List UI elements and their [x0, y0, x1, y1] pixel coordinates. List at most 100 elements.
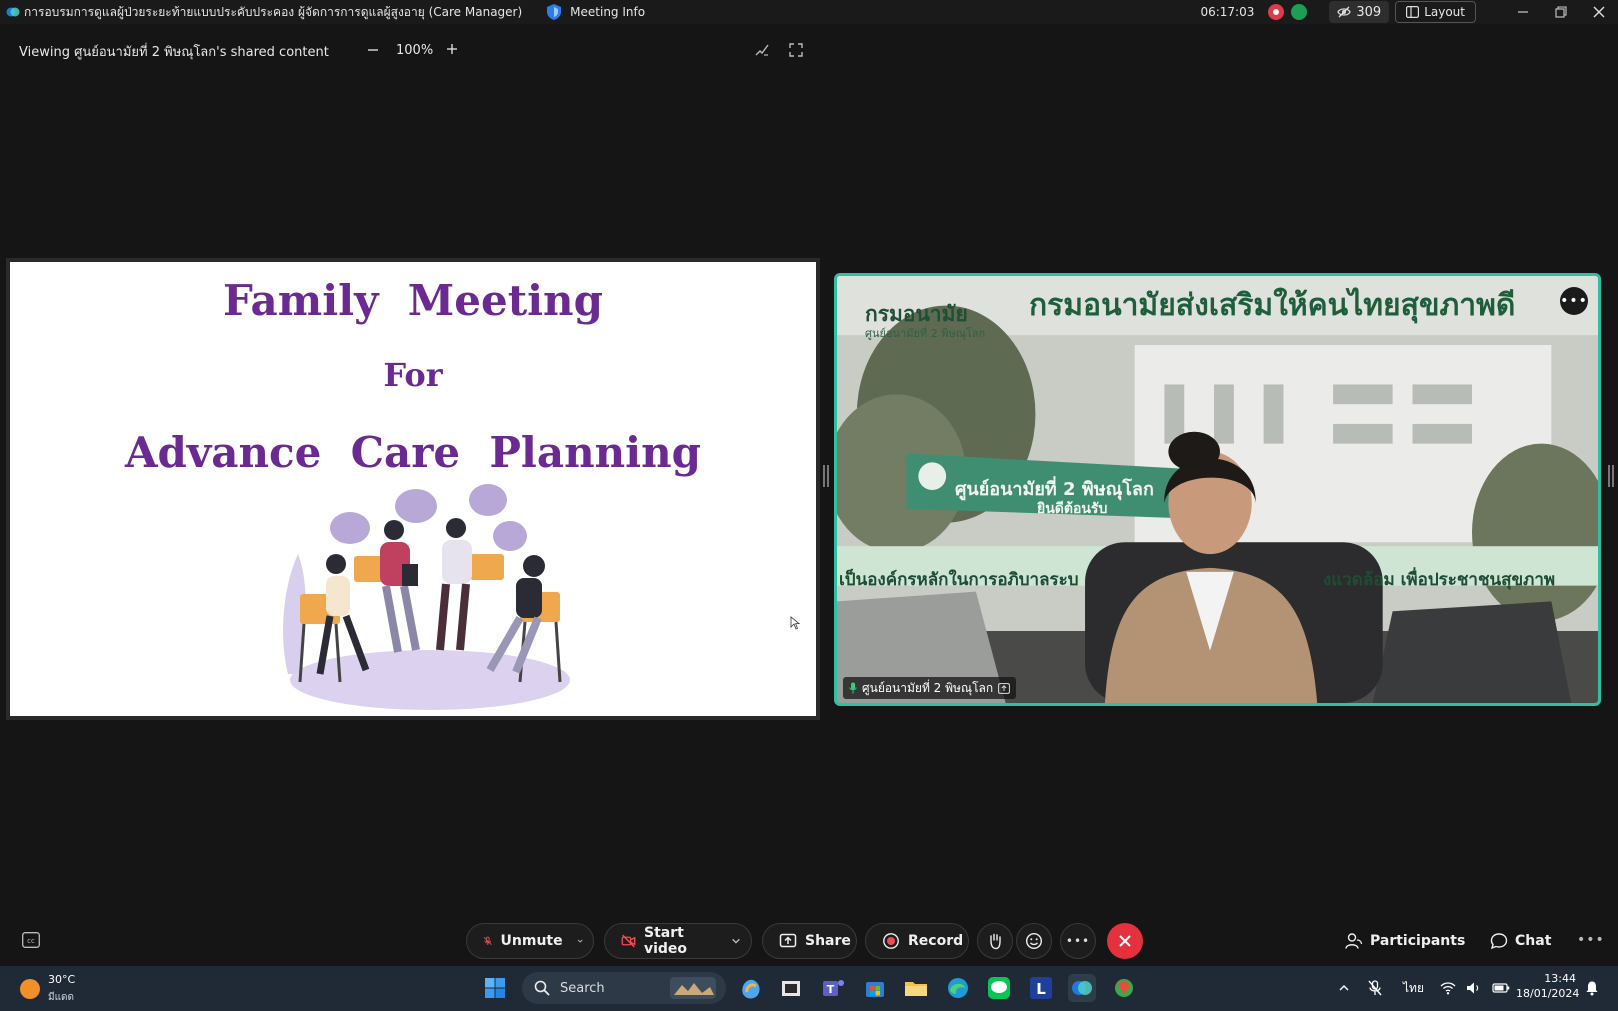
fullscreen-icon[interactable]: [788, 42, 804, 58]
weather-temperature: 30°C: [48, 973, 76, 986]
weather-condition: มีแดด: [48, 992, 75, 1003]
more-options-icon[interactable]: •••: [1577, 932, 1605, 948]
participants-icon: [1345, 933, 1363, 949]
right-splitter-handle[interactable]: [1608, 465, 1614, 487]
edge-browser-app-icon[interactable]: [944, 974, 972, 1002]
windows-taskbar: 30°C มีแดด Search T L ไทย 13:44 18/01/20…: [0, 966, 1618, 1011]
chevron-up-icon: [1339, 985, 1349, 991]
participant-video-tile[interactable]: กรมอนามัย ศูนย์อนามัยที่ 2 พิษณุโลก กรมอ…: [834, 273, 1601, 706]
show-hidden-icons-button[interactable]: [1338, 978, 1350, 998]
participant-name-tag: ศูนย์อนามัยที่ 2 พิษณุโลก: [843, 677, 1017, 699]
elapsed-time: 06:17:03: [1200, 5, 1255, 19]
shared-content-bar: Viewing ศูนย์อนามัยที่ 2 พิษณุโลก's shar…: [0, 34, 820, 68]
close-window-button[interactable]: [1580, 0, 1618, 24]
unmute-button[interactable]: Unmute: [466, 923, 594, 959]
search-label: Search: [560, 980, 605, 996]
participants-button[interactable]: Participants: [1345, 929, 1465, 953]
family-meeting-illustration: [283, 484, 570, 710]
annotate-icon[interactable]: [754, 42, 770, 58]
left-splitter-handle[interactable]: [823, 465, 829, 487]
participant-count-badge[interactable]: 309: [1329, 1, 1390, 23]
zoom-in-button[interactable]: [442, 39, 462, 59]
taskbar-clock[interactable]: 13:44 18/01/2024: [1516, 971, 1579, 1001]
raise-hand-icon: [990, 933, 1001, 950]
search-highlight-icon: [670, 977, 716, 999]
slide-title-line-3: Advance Care Planning: [124, 428, 702, 477]
teams-app-icon[interactable]: T: [819, 974, 847, 1002]
more-dots-icon: •••: [1065, 934, 1091, 948]
title-bar: การอบรมการดูแลผู้ป่วยระยะท้ายแบบประคับปร…: [0, 0, 1618, 24]
webex-logo-icon: [6, 7, 20, 17]
tray-status-group[interactable]: [1440, 978, 1510, 998]
more-dots-icon: •••: [1560, 293, 1588, 309]
share-button[interactable]: Share: [762, 923, 857, 959]
battery-icon: [1492, 983, 1510, 993]
zoom-level: 100%: [396, 43, 434, 58]
chat-button[interactable]: Chat: [1490, 929, 1551, 953]
store-app-icon[interactable]: [861, 974, 889, 1002]
chevron-down-icon[interactable]: [731, 935, 741, 947]
globe-app-icon[interactable]: [1110, 974, 1138, 1002]
share-indicator-icon: [998, 682, 1011, 694]
file-manager-app-icon[interactable]: [777, 974, 805, 1002]
layout-label: Layout: [1424, 5, 1465, 19]
smiley-icon: [1025, 932, 1043, 950]
microphone-muted-icon: [483, 936, 492, 946]
record-icon: [883, 933, 899, 949]
participant-count: 309: [1356, 4, 1382, 20]
zoom-out-button[interactable]: [363, 40, 383, 60]
svg-text:L: L: [1036, 980, 1046, 998]
reactions-button[interactable]: [1016, 923, 1052, 959]
sun-icon[interactable]: [20, 979, 40, 999]
video-sign-welcome-text: ยินดีต้อนรับ: [1037, 501, 1108, 517]
leave-meeting-button[interactable]: [1107, 923, 1143, 959]
svg-text:T: T: [827, 983, 835, 996]
minimize-icon: [1518, 11, 1528, 13]
share-screen-icon: [779, 933, 797, 948]
meeting-info-button[interactable]: Meeting Info: [546, 3, 645, 21]
recording-indicator-icon[interactable]: [1268, 4, 1285, 20]
svg-text:cc: cc: [27, 937, 35, 945]
l-app-icon[interactable]: L: [1027, 974, 1055, 1002]
video-wall-text-left: เป็นองค์กรหลักในการอภิบาลระบ: [839, 570, 1079, 590]
windows-start-icon[interactable]: [484, 977, 506, 999]
notification-bell-icon[interactable]: [1584, 980, 1600, 996]
share-label: Share: [805, 933, 851, 949]
microphone-muted-icon: [1368, 980, 1382, 996]
search-icon: [534, 980, 550, 996]
input-language-button[interactable]: ไทย: [1403, 978, 1424, 998]
start-video-button[interactable]: Start video: [604, 923, 752, 959]
video-wall-text-right: งแวดล้อม เพื่อประชาชนสุขภาพ: [1323, 570, 1556, 590]
taskbar-search-box[interactable]: Search: [522, 972, 726, 1004]
copilot-app-icon[interactable]: [737, 974, 765, 1002]
participant-name: ศูนย์อนามัยที่ 2 พิษณุโลก: [862, 680, 994, 695]
wifi-icon: [1440, 982, 1456, 995]
chevron-down-icon[interactable]: [577, 935, 583, 947]
raise-hand-button[interactable]: [977, 923, 1013, 959]
line-app-icon[interactable]: [985, 974, 1013, 1002]
volume-icon: [1467, 982, 1479, 994]
closed-captions-icon[interactable]: cc: [22, 932, 40, 948]
window-title: การอบรมการดูแลผู้ป่วยระยะท้ายแบบประคับปร…: [24, 4, 523, 19]
tray-microphone-button[interactable]: [1368, 978, 1382, 998]
more-options-button[interactable]: •••: [1060, 923, 1096, 959]
shared-slide: Family Meeting For Advance Care Planning: [10, 262, 816, 716]
file-explorer-app-icon[interactable]: [902, 974, 930, 1002]
close-icon: [1119, 935, 1131, 947]
connection-status-icon[interactable]: [1291, 4, 1308, 20]
layout-button[interactable]: Layout: [1395, 1, 1476, 23]
eye-off-icon: [1337, 6, 1352, 18]
webex-app-icon[interactable]: [1068, 974, 1096, 1002]
microphone-icon: [849, 682, 857, 694]
taskbar-time: 13:44: [1544, 972, 1576, 985]
layout-icon: [1406, 6, 1420, 18]
mouse-cursor-icon: [790, 616, 800, 630]
minimize-button[interactable]: [1504, 0, 1542, 24]
record-button[interactable]: Record: [865, 923, 969, 959]
video-off-icon: [621, 934, 636, 948]
input-language: ไทย: [1403, 980, 1424, 995]
tile-more-options-button[interactable]: •••: [1560, 287, 1588, 315]
restore-button[interactable]: [1542, 0, 1580, 24]
slide-title-line-1: Family Meeting: [223, 276, 603, 325]
shield-icon: [547, 4, 562, 20]
